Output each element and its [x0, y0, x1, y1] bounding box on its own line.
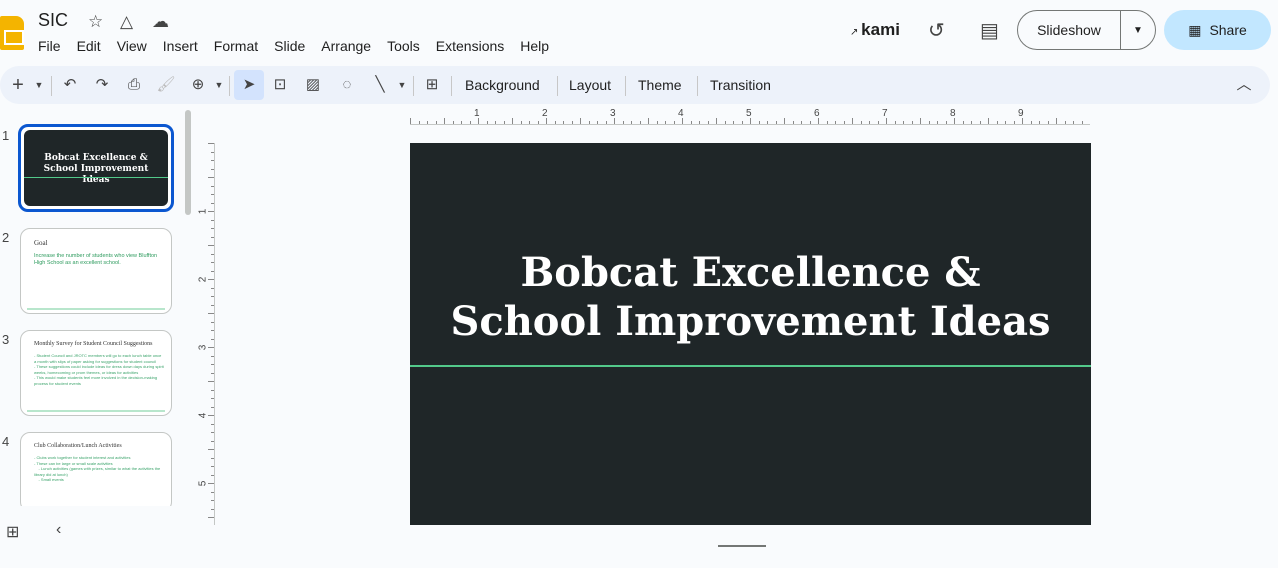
collapse-filmstrip-icon[interactable]: ‹ [56, 521, 61, 539]
ruler-label: 1 [197, 208, 209, 215]
paint-format-icon[interactable]: 🖌 [156, 66, 176, 104]
building-icon: ▦ [1188, 21, 1202, 38]
share-button[interactable]: ▦ Share [1164, 10, 1271, 50]
slideshow-button-group: Slideshow ▼ [1017, 10, 1156, 50]
comments-icon[interactable]: ▤ [980, 18, 999, 43]
slide-number: 2 [2, 230, 10, 245]
text-box-icon[interactable]: ⊡ [270, 66, 290, 104]
new-slide-icon[interactable]: + [8, 66, 28, 104]
slide-number: 3 [2, 332, 10, 347]
title-line-2: School Improvement Ideas [450, 298, 1051, 345]
thumb-title: Club Collaboration/Lunch Activities [34, 443, 122, 449]
collapse-toolbar-icon[interactable]: ︿ [1234, 66, 1254, 104]
theme-button[interactable]: Theme [638, 66, 682, 104]
slide-canvas[interactable]: Bobcat Excellence & School Improvement Id… [410, 143, 1091, 525]
slide-number: 1 [2, 128, 10, 143]
toolbar: + ▼ ↶ ↷ ⎙ 🖌 ⊕ ▼ ➤ ⊡ ▨ ◌ ╲ ▼ ⊞ Background… [0, 66, 1270, 104]
menu-insert[interactable]: Insert [163, 38, 198, 54]
slide-title[interactable]: Bobcat Excellence & School Improvement Id… [410, 248, 1091, 346]
document-title[interactable]: SIC [38, 10, 68, 31]
menu-tools[interactable]: Tools [387, 38, 420, 54]
accent-line [410, 365, 1091, 367]
shape-icon[interactable]: ◌ [337, 66, 357, 104]
zoom-icon[interactable]: ⊕ [188, 66, 208, 104]
ruler-label: 5 [197, 480, 209, 487]
grid-view-icon[interactable]: ⊞ [6, 522, 19, 542]
slideshow-button[interactable]: Slideshow [1018, 11, 1121, 49]
cloud-saved-icon[interactable]: ☁ [152, 12, 169, 32]
undo-icon[interactable]: ↶ [60, 66, 80, 104]
menu-file[interactable]: File [38, 38, 61, 54]
slides-logo[interactable] [0, 16, 24, 50]
transition-button[interactable]: Transition [710, 66, 771, 104]
kami-button[interactable]: ↗ kami [850, 20, 900, 40]
add-to-drive-icon[interactable]: △ [120, 12, 133, 32]
menu-format[interactable]: Format [214, 38, 258, 54]
thumb-body: - Student Council and JROTC members will… [34, 353, 164, 386]
filmstrip: 1 Bobcat Excellence & School Improvement… [0, 106, 195, 506]
menu-bar: File Edit View Insert Format Slide Arran… [38, 38, 565, 54]
horizontal-ruler[interactable]: 123456789 [410, 108, 1090, 125]
line-icon[interactable]: ╲ [370, 66, 390, 104]
thumb-body: Increase the number of students who view… [34, 253, 158, 266]
thumb-body: - Clubs work together for student intere… [34, 455, 161, 482]
title-line-1: Bobcat Excellence & [520, 249, 981, 296]
menu-arrange[interactable]: Arrange [321, 38, 371, 54]
slide-number: 4 [2, 434, 10, 449]
ruler-label: 4 [197, 412, 209, 419]
external-link-icon: ↗ [850, 27, 862, 38]
star-icon[interactable]: ☆ [88, 12, 103, 32]
speaker-notes-handle[interactable] [718, 545, 766, 547]
menu-edit[interactable]: Edit [77, 38, 101, 54]
menu-help[interactable]: Help [520, 38, 549, 54]
vertical-ruler[interactable]: 1 2 3 4 5 [197, 143, 215, 525]
layout-button[interactable]: Layout [569, 66, 611, 104]
new-slide-dropdown-icon[interactable]: ▼ [32, 66, 46, 104]
kami-label: kami [861, 20, 900, 39]
slide-thumbnail-4[interactable]: Club Collaboration/Lunch Activities - Cl… [20, 432, 172, 506]
slideshow-dropdown-icon[interactable]: ▼ [1121, 25, 1155, 36]
zoom-dropdown-icon[interactable]: ▼ [212, 66, 226, 104]
add-comment-icon[interactable]: ⊞ [421, 66, 443, 104]
ruler-label: 2 [197, 276, 209, 283]
redo-icon[interactable]: ↷ [92, 66, 112, 104]
line-dropdown-icon[interactable]: ▼ [395, 66, 409, 104]
thumb-title: Goal [34, 239, 48, 247]
slide-thumbnail-2[interactable]: Goal Increase the number of students who… [20, 228, 172, 314]
share-label: Share [1209, 22, 1247, 38]
menu-slide[interactable]: Slide [274, 38, 305, 54]
menu-view[interactable]: View [117, 38, 147, 54]
thumb-title: Monthly Survey for Student Council Sugge… [34, 341, 153, 347]
version-history-icon[interactable]: ↺ [928, 18, 945, 43]
background-button[interactable]: Background [465, 66, 540, 104]
slide-thumbnail-1[interactable]: Bobcat Excellence & School Improvement I… [18, 124, 174, 212]
image-icon[interactable]: ▨ [303, 66, 323, 104]
slide-thumbnail-3[interactable]: Monthly Survey for Student Council Sugge… [20, 330, 172, 416]
print-icon[interactable]: ⎙ [124, 66, 144, 104]
thumb-title: Bobcat Excellence & School Improvement I… [43, 153, 149, 185]
filmstrip-scrollbar[interactable] [185, 110, 191, 215]
select-icon[interactable]: ➤ [234, 70, 264, 100]
menu-extensions[interactable]: Extensions [436, 38, 504, 54]
ruler-label: 3 [197, 344, 209, 351]
